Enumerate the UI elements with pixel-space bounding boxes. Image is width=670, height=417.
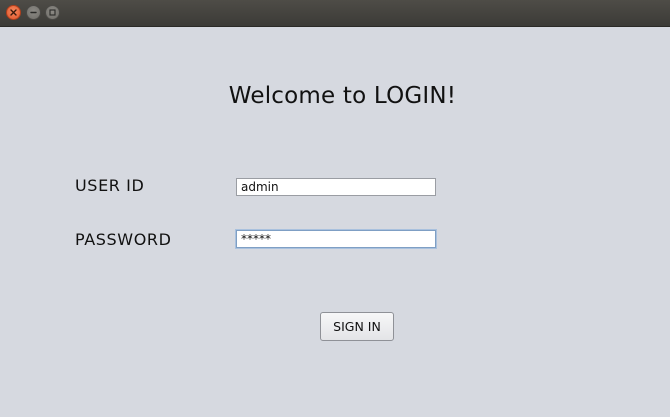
maximize-icon xyxy=(49,9,56,16)
maximize-window-button[interactable] xyxy=(45,5,60,20)
close-icon xyxy=(10,9,17,16)
user-id-label: USER ID xyxy=(75,176,145,195)
password-field[interactable] xyxy=(236,230,436,248)
login-panel: Welcome to LOGIN! USER ID PASSWORD SIGN … xyxy=(0,26,670,417)
page-title: Welcome to LOGIN! xyxy=(228,83,457,109)
password-label: PASSWORD xyxy=(75,230,172,249)
title-bar xyxy=(0,0,670,27)
close-window-button[interactable] xyxy=(6,5,21,20)
sign-in-button[interactable]: SIGN IN xyxy=(320,312,394,341)
minimize-icon xyxy=(30,9,37,16)
minimize-window-button[interactable] xyxy=(26,5,41,20)
login-window: Welcome to LOGIN! USER ID PASSWORD SIGN … xyxy=(0,0,670,417)
user-id-field[interactable] xyxy=(236,178,436,196)
